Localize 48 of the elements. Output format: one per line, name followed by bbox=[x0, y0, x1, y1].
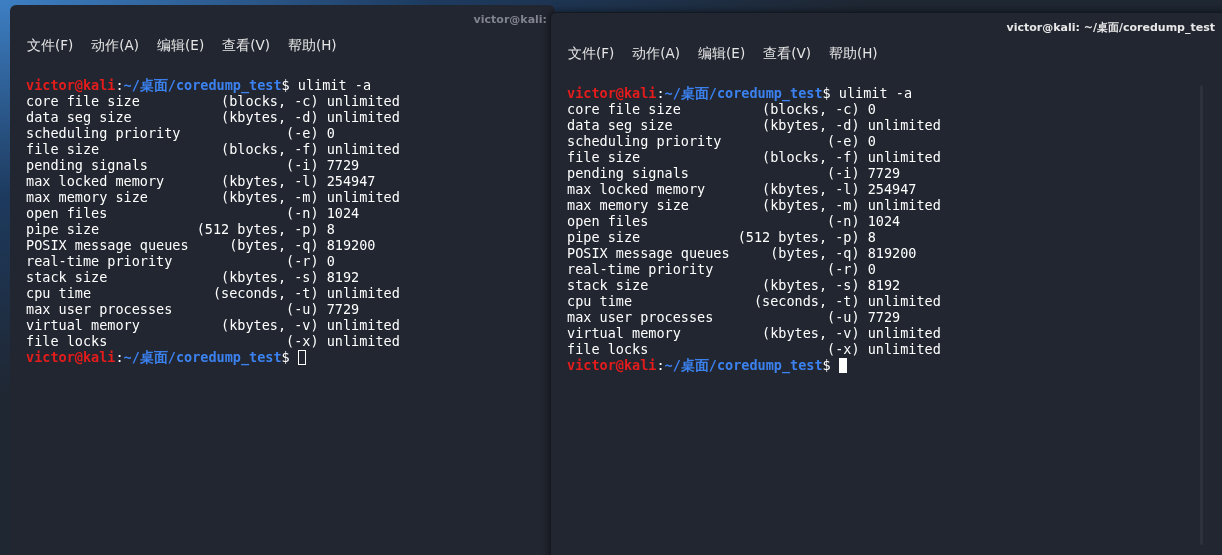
prompt-line: victor@kali:~/桌面/coredump_test$ bbox=[26, 349, 290, 365]
menu-item[interactable]: 编辑(E) bbox=[698, 45, 746, 71]
output-line: file locks (-x) unlimited bbox=[567, 341, 942, 357]
output-line: file size (blocks, -f) unlimited bbox=[26, 141, 401, 157]
output-line: virtual memory (kbytes, -v) unlimited bbox=[567, 325, 942, 341]
menu-item[interactable]: 编辑(E) bbox=[157, 37, 205, 63]
window-title: victor@kali: ~/桌面/coredump_test bbox=[1006, 19, 1215, 35]
prompt-line: victor@kali:~/桌面/coredump_test$ ulimit -a bbox=[26, 77, 372, 93]
output-line: pending signals (-i) 7729 bbox=[567, 165, 902, 181]
output-line: core file size (blocks, -c) unlimited bbox=[26, 93, 401, 109]
output-line: POSIX message queues (bytes, -q) 819200 bbox=[567, 245, 918, 261]
menu-item[interactable]: 查看(V) bbox=[763, 45, 811, 71]
output-line: real-time priority (-r) 0 bbox=[567, 261, 877, 277]
menu-item[interactable]: 文件(F) bbox=[568, 45, 615, 71]
output-line: scheduling priority (-e) 0 bbox=[567, 133, 877, 149]
output-line: stack size (kbytes, -s) 8192 bbox=[567, 277, 902, 293]
output-line: max locked memory (kbytes, -l) 254947 bbox=[567, 181, 918, 197]
window-title: victor@kali: bbox=[473, 12, 547, 26]
output-line: file size (blocks, -f) unlimited bbox=[567, 149, 942, 165]
output-line: pipe size (512 bytes, -p) 8 bbox=[567, 229, 877, 245]
output-line: data seg size (kbytes, -d) unlimited bbox=[567, 117, 942, 133]
menu-item[interactable]: 文件(F) bbox=[27, 37, 74, 63]
output-line: cpu time (seconds, -t) unlimited bbox=[26, 285, 401, 301]
prompt-line: victor@kali:~/桌面/coredump_test$ ulimit -a bbox=[567, 85, 913, 101]
output-line: real-time priority (-r) 0 bbox=[26, 253, 336, 269]
output-line: scheduling priority (-e) 0 bbox=[26, 125, 336, 141]
output-line: pending signals (-i) 7729 bbox=[26, 157, 361, 173]
prompt-line: victor@kali:~/桌面/coredump_test$ bbox=[567, 357, 831, 373]
menu-item[interactable]: 查看(V) bbox=[222, 37, 270, 63]
menu-item[interactable]: 动作(A) bbox=[632, 45, 681, 71]
menu-item[interactable]: 帮助(H) bbox=[287, 37, 337, 63]
output-line: max memory size (kbytes, -m) unlimited bbox=[26, 189, 401, 205]
output-line: max user processes (-u) 7729 bbox=[567, 309, 902, 325]
menu-item[interactable]: 动作(A) bbox=[91, 37, 140, 63]
output-line: data seg size (kbytes, -d) unlimited bbox=[26, 109, 401, 125]
output-line: POSIX message queues (bytes, -q) 819200 bbox=[26, 237, 377, 253]
output-line: max locked memory (kbytes, -l) 254947 bbox=[26, 173, 377, 189]
output-line: open files (-n) 1024 bbox=[567, 213, 902, 229]
output-line: virtual memory (kbytes, -v) unlimited bbox=[26, 317, 401, 333]
output-line: core file size (blocks, -c) 0 bbox=[567, 101, 877, 117]
output-line: max user processes (-u) 7729 bbox=[26, 301, 361, 317]
output-line: max memory size (kbytes, -m) unlimited bbox=[567, 197, 942, 213]
menu-item[interactable]: 帮助(H) bbox=[828, 45, 878, 71]
output-line: pipe size (512 bytes, -p) 8 bbox=[26, 221, 336, 237]
output-line: file locks (-x) unlimited bbox=[26, 333, 401, 349]
output-line: cpu time (seconds, -t) unlimited bbox=[567, 293, 942, 309]
output-line: stack size (kbytes, -s) 8192 bbox=[26, 269, 361, 285]
output-line: open files (-n) 1024 bbox=[26, 205, 361, 221]
